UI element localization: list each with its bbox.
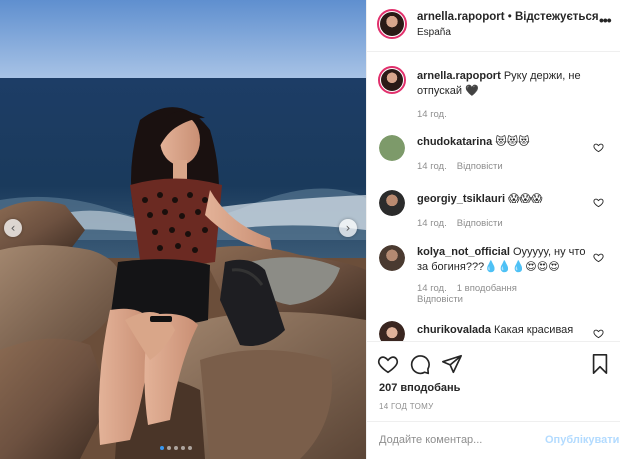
carousel-prev-button[interactable]: ‹ <box>4 219 22 237</box>
heart-icon[interactable] <box>593 142 604 153</box>
caption-meta: 14 год. <box>417 109 457 120</box>
commenter-username[interactable]: kolya_not_official <box>417 246 510 258</box>
comment-time[interactable]: 14 год. <box>417 283 447 294</box>
author-avatar[interactable] <box>377 9 407 39</box>
instagram-post: ‹ › arnella.rapoport • Відстежується Esp… <box>0 0 620 459</box>
commenter-username[interactable]: churikovalada <box>417 324 491 336</box>
comment-text: kolya_not_official Оууууу, ну что за бог… <box>417 245 593 275</box>
carousel-dot <box>188 446 192 450</box>
comment-meta: 14 год. Відповісти <box>417 218 513 229</box>
post-header: arnella.rapoport • Відстежується España … <box>367 0 620 52</box>
comment-icon[interactable] <box>409 353 431 375</box>
caption-username[interactable]: arnella.rapoport <box>417 70 501 82</box>
comment-time[interactable]: 14 год. <box>417 218 447 229</box>
commenter-avatar-fill <box>379 135 405 161</box>
post-actions: 207 вподобань 14 ГОД ТОМУ <box>367 341 620 421</box>
heart-icon[interactable] <box>593 328 604 339</box>
commenter-username[interactable]: georgiy_tsiklauri <box>417 193 505 205</box>
caption-time[interactable]: 14 год. <box>417 109 447 120</box>
carousel-dot <box>167 446 171 450</box>
comment-text: georgiy_tsiklauri 😱😱😱 <box>417 192 593 207</box>
header-separator: • <box>504 11 515 23</box>
carousel-dot <box>181 446 185 450</box>
comment-meta: 14 год. 1 вподобання <box>417 283 527 294</box>
commenter-avatar-fill <box>379 190 405 216</box>
post-time[interactable]: 14 ГОД ТОМУ <box>379 402 434 411</box>
comment-body: Какая красивая <box>494 324 574 336</box>
caption-text: arnella.rapoport Руку держи, не отпускай… <box>417 69 593 99</box>
post-photo[interactable]: ‹ › <box>0 0 366 459</box>
heart-icon[interactable] <box>377 353 399 375</box>
follow-status-button[interactable]: Відстежується <box>515 11 599 23</box>
commenter-avatar[interactable] <box>379 190 405 216</box>
comment-time[interactable]: 14 год. <box>417 161 447 172</box>
carousel-dots <box>160 446 192 450</box>
comment-input[interactable]: Додайте коментар... <box>379 434 482 446</box>
post-side-panel: arnella.rapoport • Відстежується España … <box>366 0 620 459</box>
photo-scene <box>0 0 366 459</box>
reply-button[interactable]: Відповісти <box>417 294 463 305</box>
comment-meta: 14 год. Відповісти <box>417 161 513 172</box>
chevron-left-icon: ‹ <box>10 221 16 235</box>
chevron-right-icon: › <box>345 221 351 235</box>
add-comment-bar: Додайте коментар... Опублікувати <box>367 421 620 459</box>
comment-text: churikovalada Какая красивая <box>417 323 593 338</box>
likes-count[interactable]: 207 вподобань <box>379 382 460 394</box>
commenter-avatar[interactable] <box>379 321 405 341</box>
publish-button[interactable]: Опублікувати <box>545 434 619 446</box>
comment-body: 😱😱😱 <box>508 193 543 205</box>
reply-button[interactable]: Відповісти <box>457 161 503 172</box>
comments-list[interactable]: arnella.rapoport Руку держи, не отпускай… <box>367 53 620 341</box>
commenter-avatar[interactable] <box>379 135 405 161</box>
post-location[interactable]: España <box>417 27 451 38</box>
comment-body: 😻😻😻 <box>495 136 530 148</box>
heart-icon[interactable] <box>593 252 604 263</box>
heart-icon[interactable] <box>593 197 604 208</box>
commenter-avatar-fill <box>379 245 405 271</box>
carousel-dot <box>160 446 164 450</box>
bookmark-icon[interactable] <box>589 353 611 375</box>
caption-avatar[interactable] <box>378 66 406 94</box>
comment-likes[interactable]: 1 вподобання <box>457 283 517 294</box>
author-username[interactable]: arnella.rapoport <box>417 11 505 23</box>
reply-button[interactable]: Відповісти <box>457 218 503 229</box>
share-icon[interactable] <box>441 353 463 375</box>
more-options-icon[interactable]: ••• <box>599 12 612 28</box>
carousel-dot <box>174 446 178 450</box>
commenter-username[interactable]: chudokatarina <box>417 136 492 148</box>
carousel-next-button[interactable]: › <box>339 219 357 237</box>
commenter-avatar-fill <box>379 321 405 341</box>
comment-text: chudokatarina 😻😻😻 <box>417 135 593 150</box>
author-line: arnella.rapoport • Відстежується <box>417 11 599 23</box>
commenter-avatar[interactable] <box>379 245 405 271</box>
